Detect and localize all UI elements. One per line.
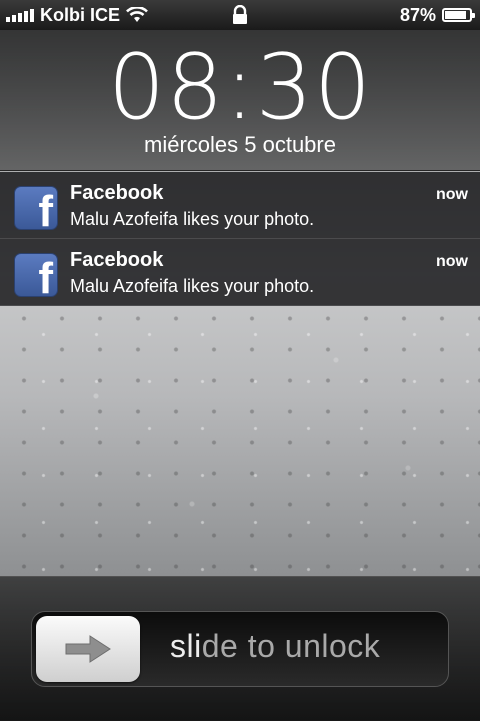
- notification-item[interactable]: f Facebook Malu Azofeifa likes your phot…: [0, 239, 480, 306]
- notification-item[interactable]: f Facebook Malu Azofeifa likes your phot…: [0, 172, 480, 239]
- clock-panel: 08:30 miércoles 5 octubre: [0, 30, 480, 171]
- facebook-icon: f: [14, 186, 58, 230]
- facebook-icon: f: [14, 253, 58, 297]
- slide-to-unlock-label: slide to unlock: [170, 628, 380, 665]
- notification-list: f Facebook Malu Azofeifa likes your phot…: [0, 172, 480, 306]
- slide-to-unlock-shine: sli: [170, 628, 202, 664]
- notification-message: Malu Azofeifa likes your photo.: [70, 276, 315, 296]
- notification-time: now: [436, 253, 468, 270]
- unlock-slider-track[interactable]: slide to unlock: [31, 611, 449, 687]
- wifi-icon: [126, 7, 148, 23]
- lock-status-icon: [230, 4, 250, 30]
- unlock-slider-knob[interactable]: [36, 616, 140, 682]
- notification-time: now: [436, 186, 468, 203]
- arrow-right-icon: [65, 635, 111, 663]
- battery-percent: 87%: [399, 4, 436, 25]
- lock-date: miércoles 5 octubre: [144, 132, 336, 157]
- battery-icon: [442, 8, 475, 22]
- slide-to-unlock-rest: de to unlock: [201, 628, 381, 664]
- lock-time: 08:30: [107, 35, 373, 140]
- status-bar: Kolbi ICE 87%: [0, 0, 480, 30]
- notification-message: Malu Azofeifa likes your photo.: [70, 209, 315, 229]
- signal-bars-icon: [6, 8, 34, 22]
- notification-app: Facebook: [70, 182, 164, 204]
- notification-app: Facebook: [70, 249, 164, 271]
- carrier-name: Kolbi ICE: [40, 4, 120, 25]
- unlock-bar: slide to unlock: [0, 576, 480, 721]
- wallpaper-droplets: [0, 300, 480, 580]
